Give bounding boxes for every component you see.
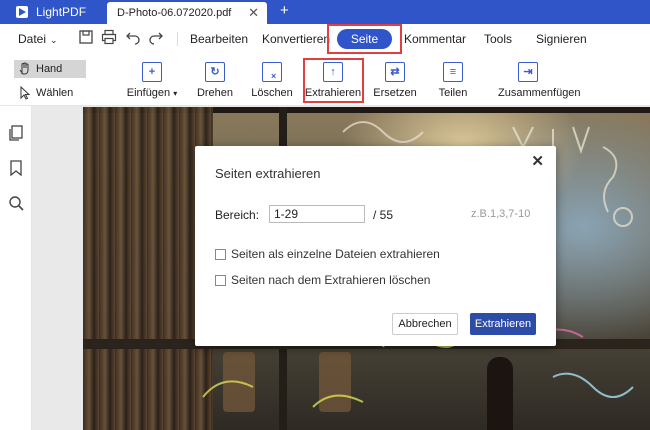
tool-drehen[interactable]: ↻ Drehen: [185, 62, 245, 99]
separate-files-label: Seiten als einzelne Dateien extrahieren: [231, 247, 440, 261]
document-tab[interactable]: D-Photo-06.072020.pdf ✕: [107, 2, 267, 24]
delete-after-checkbox[interactable]: [215, 274, 226, 286]
menu-seite[interactable]: Seite: [337, 29, 392, 49]
range-label: Bereich:: [215, 208, 260, 222]
new-tab-button[interactable]: +: [280, 2, 289, 19]
select-mode-button[interactable]: Wählen: [14, 84, 86, 102]
tool-loeschen-label: Löschen: [251, 87, 293, 99]
dialog-title: Seiten extrahieren: [215, 166, 321, 181]
tool-zusammenfuegen-label: Zusammenfügen: [498, 87, 581, 99]
cursor-arrow-icon: [20, 86, 31, 100]
extract-highlight-box: [303, 58, 364, 103]
tool-einfuegen[interactable]: + Einfügen ▾: [122, 62, 182, 99]
menu-tools[interactable]: Tools: [484, 32, 512, 46]
redo-icon[interactable]: [148, 29, 164, 45]
menu-signieren[interactable]: Signieren: [536, 32, 587, 46]
title-bar: LightPDF D-Photo-06.072020.pdf ✕ +: [0, 0, 650, 24]
merge-page-icon: ⇥: [518, 62, 538, 82]
extract-button[interactable]: Extrahieren: [470, 313, 536, 335]
rotate-page-icon: ↻: [205, 62, 225, 82]
tool-ersetzen[interactable]: ⇄ Ersetzen: [365, 62, 425, 99]
menu-kommentar[interactable]: Kommentar: [404, 32, 466, 46]
app-name: LightPDF: [36, 5, 87, 19]
insert-page-icon: +: [142, 62, 162, 82]
chevron-down-icon: ⌄: [50, 35, 58, 45]
delete-after-label: Seiten nach dem Extrahieren löschen: [231, 273, 431, 287]
search-icon[interactable]: [7, 194, 25, 212]
bookmark-icon[interactable]: [7, 159, 25, 177]
tool-drehen-label: Drehen: [196, 87, 234, 99]
undo-icon[interactable]: [125, 29, 141, 45]
separate-files-checkbox[interactable]: [215, 248, 226, 260]
print-icon[interactable]: [101, 29, 117, 45]
lightpdf-logo-icon: [16, 6, 28, 18]
tool-loeschen[interactable]: × Löschen: [242, 62, 302, 99]
page-range-input[interactable]: [269, 205, 365, 223]
delete-page-icon: ×: [262, 62, 282, 82]
close-tab-icon[interactable]: ✕: [248, 5, 259, 21]
thumbnails-icon[interactable]: [7, 124, 25, 142]
save-icon[interactable]: [78, 29, 94, 45]
file-menu-label: Datei: [18, 32, 47, 46]
tool-teilen-label: Teilen: [438, 87, 468, 99]
select-mode-label: Wählen: [36, 87, 74, 99]
range-total: / 55: [373, 208, 394, 222]
hand-icon: [19, 62, 29, 75]
tool-ersetzen-label: Ersetzen: [373, 87, 417, 99]
extract-pages-dialog: Seiten extrahieren ✕ Bereich: / 55 z.B.1…: [195, 146, 556, 346]
split-page-icon: ≡: [443, 62, 463, 82]
tool-einfuegen-label: Einfügen: [126, 87, 171, 99]
cancel-button[interactable]: Abbrechen: [392, 313, 458, 335]
menu-divider: [177, 32, 178, 46]
app-brand: LightPDF: [0, 0, 105, 24]
tool-teilen[interactable]: ≡ Teilen: [423, 62, 483, 99]
option-delete-after[interactable]: Seiten nach dem Extrahieren löschen: [215, 273, 430, 287]
left-sidebar: [0, 106, 32, 430]
tool-zusammenfuegen[interactable]: ⇥ Zusammenfügen: [498, 62, 581, 99]
menu-bearbeiten[interactable]: Bearbeiten: [190, 32, 248, 46]
hand-mode-button[interactable]: Hand: [14, 60, 86, 78]
document-tab-title: D-Photo-06.072020.pdf: [117, 7, 232, 19]
close-icon[interactable]: ✕: [531, 152, 544, 170]
menu-bar: Datei ⌄ Bearbeiten Konvertieren Kommentar…: [0, 24, 650, 54]
menu-konvertieren[interactable]: Konvertieren: [262, 32, 330, 46]
file-menu[interactable]: Datei ⌄: [18, 32, 58, 46]
range-hint: z.B.1,3,7-10: [471, 208, 531, 220]
hand-mode-label: Hand: [36, 63, 63, 75]
option-separate-files[interactable]: Seiten als einzelne Dateien extrahieren: [215, 247, 440, 261]
dropdown-caret-icon: ▾: [173, 89, 178, 98]
replace-page-icon: ⇄: [385, 62, 405, 82]
